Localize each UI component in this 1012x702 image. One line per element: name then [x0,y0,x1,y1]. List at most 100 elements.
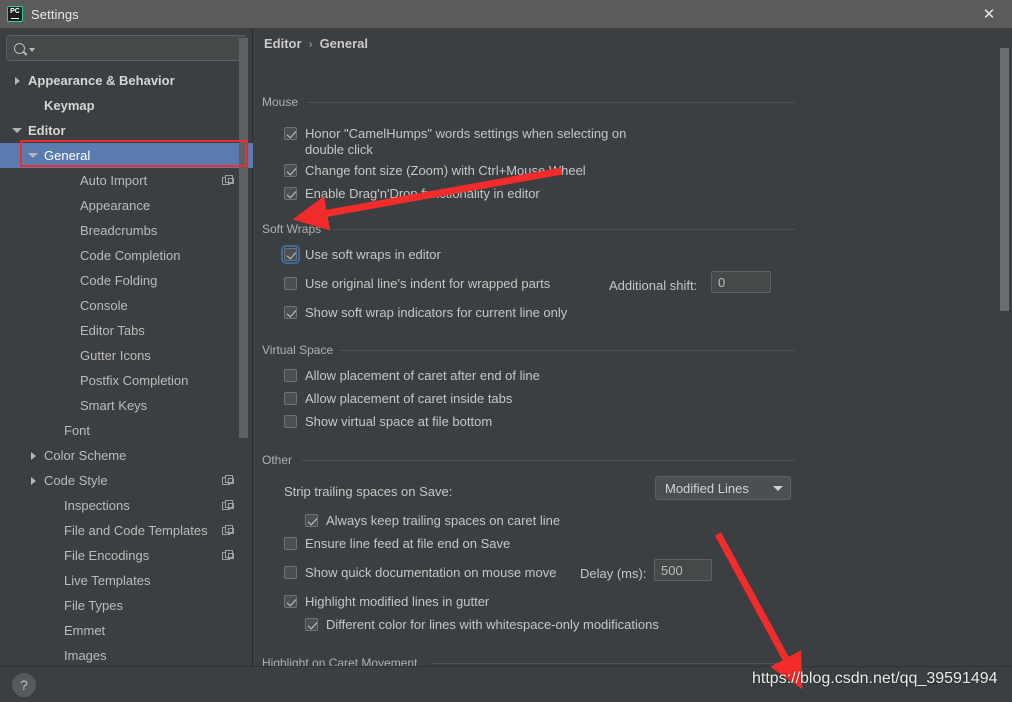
checkbox-change-font-size[interactable] [284,164,297,177]
chevron-right-icon[interactable] [26,451,40,460]
search-input[interactable] [41,40,221,56]
sidebar-item-code-folding[interactable]: Code Folding [0,268,253,293]
sidebar-item-color-scheme[interactable]: Color Scheme [0,443,253,468]
dialog-footer: ? OK Cancel [0,666,1012,702]
checkbox-label-change-font-size: Change font size (Zoom) with Ctrl+Mouse … [305,163,586,178]
sidebar-item-label: Appearance [80,198,151,213]
checkbox-row-highlight-modified-lines[interactable]: Highlight modified lines in gutter [284,594,489,610]
checkbox-label-different-color-whitespace: Different color for lines with whitespac… [326,617,659,632]
checkbox-label-virtual-space-bottom: Show virtual space at file bottom [305,414,493,429]
sidebar-item-label: General [44,148,91,163]
search-box[interactable] [6,35,246,61]
chevron-down-icon[interactable] [10,128,24,133]
sidebar-item-file-encodings[interactable]: File Encodings [0,543,253,568]
checkbox-virtual-space-bottom[interactable] [284,415,297,428]
sidebar-item-file-types[interactable]: File Types [0,593,253,618]
checkbox-enable-dragndrop[interactable] [284,187,297,200]
sidebar-item-label: Emmet [64,623,106,638]
settings-tree[interactable]: Appearance & Behavior Keymap Editor General… [0,68,253,666]
content-scrollbar-thumb[interactable] [1000,48,1009,311]
checkbox-highlight-modified-lines[interactable] [284,595,297,608]
sidebar-scrollbar[interactable] [239,28,248,626]
checkbox-caret-after-eol[interactable] [284,369,297,382]
sidebar-item-label: Editor Tabs [80,323,145,338]
checkbox-label-keep-trailing-spaces: Always keep trailing spaces on caret lin… [326,513,561,528]
chevron-down-icon[interactable] [29,48,35,52]
general-settings-panel: Mouse Honor "CamelHumps" words settings … [254,58,1012,666]
checkbox-row-caret-inside-tabs[interactable]: Allow placement of caret inside tabs [284,391,512,407]
breadcrumb-root[interactable]: Editor [264,36,302,51]
sidebar-item-label: File Types [64,598,124,613]
sidebar-item-code-style[interactable]: Code Style [0,468,253,493]
sidebar-item-console[interactable]: Console [0,293,253,318]
chevron-down-icon[interactable] [26,153,40,158]
checkbox-row-change-font-size[interactable]: Change font size (Zoom) with Ctrl+Mouse … [284,163,586,179]
sidebar-item-appearance-behavior[interactable]: Appearance & Behavior [0,68,253,93]
checkbox-row-enable-dragndrop[interactable]: Enable Drag'n'Drop functionality in edit… [284,186,540,202]
sidebar-item-editor[interactable]: Editor [0,118,253,143]
sidebar-item-live-templates[interactable]: Live Templates [0,568,253,593]
sidebar-item-auto-import[interactable]: Auto Import [0,168,253,193]
sidebar-item-label: Gutter Icons [80,348,151,363]
checkbox-caret-inside-tabs[interactable] [284,392,297,405]
checkbox-row-virtual-space-bottom[interactable]: Show virtual space at file bottom [284,414,492,430]
checkbox-row-original-indent[interactable]: Use original line's indent for wrapped p… [284,276,550,292]
breadcrumb-separator-icon: › [308,36,313,51]
sidebar-item-keymap[interactable]: Keymap [0,93,253,118]
checkbox-different-color-whitespace[interactable] [305,618,318,631]
sidebar-item-gutter-icons[interactable]: Gutter Icons [0,343,253,368]
checkbox-honor-camelhumps[interactable] [284,127,297,140]
copy-settings-icon[interactable] [222,550,234,561]
chevron-down-icon[interactable] [773,485,783,491]
checkbox-row-different-color-whitespace[interactable]: Different color for lines with whitespac… [305,617,659,633]
sidebar-item-label: Auto Import [80,173,148,188]
checkbox-row-soft-wrap-indicators[interactable]: Show soft wrap indicators for current li… [284,305,567,321]
settings-sidebar: Appearance & Behavior Keymap Editor General… [0,28,253,666]
sidebar-item-general[interactable]: General [0,143,253,168]
sidebar-item-label: File Encodings [64,548,150,563]
checkbox-soft-wrap-indicators[interactable] [284,306,297,319]
sidebar-item-label: Color Scheme [44,448,127,463]
window-title: Settings [31,6,79,22]
checkbox-original-indent[interactable] [284,277,297,290]
sidebar-item-inspections[interactable]: Inspections [0,493,253,518]
sidebar-item-file-and-code-templates[interactable]: File and Code Templates [0,518,253,543]
copy-settings-icon[interactable] [222,525,234,536]
search-icon [14,42,25,54]
sidebar-item-smart-keys[interactable]: Smart Keys [0,393,253,418]
copy-settings-icon[interactable] [222,175,234,186]
sidebar-item-editor-tabs[interactable]: Editor Tabs [0,318,253,343]
chevron-right-icon[interactable] [10,76,24,85]
checkbox-row-keep-trailing-spaces[interactable]: Always keep trailing spaces on caret lin… [305,513,560,529]
checkbox-row-ensure-line-feed[interactable]: Ensure line feed at file end on Save [284,536,510,552]
sidebar-item-images[interactable]: Images [0,643,253,666]
checkbox-ensure-line-feed[interactable] [284,537,297,550]
content-scrollbar[interactable] [1000,28,1009,636]
checkbox-keep-trailing-spaces[interactable] [305,514,318,527]
sidebar-item-code-completion[interactable]: Code Completion [0,243,253,268]
additional-shift-input[interactable]: 0 [711,271,771,293]
strip-trailing-spaces-select[interactable]: Modified Lines [655,476,791,500]
copy-settings-icon[interactable] [222,500,234,511]
checkbox-row-honor-camelhumps[interactable]: Honor "CamelHumps" words settings when s… [284,126,650,158]
delay-input[interactable]: 500 [654,559,712,581]
help-icon[interactable]: ? [12,673,36,697]
copy-settings-icon[interactable] [222,475,234,486]
sidebar-item-emmet[interactable]: Emmet [0,618,253,643]
sidebar-item-breadcrumbs[interactable]: Breadcrumbs [0,218,253,243]
group-divider-soft-wraps [332,229,795,230]
checkbox-row-quick-documentation[interactable]: Show quick documentation on mouse move [284,565,556,581]
sidebar-item-appearance[interactable]: Appearance [0,193,253,218]
checkbox-row-use-soft-wraps[interactable]: Use soft wraps in editor [281,245,441,264]
sidebar-scrollbar-thumb[interactable] [239,38,248,438]
sidebar-item-postfix-completion[interactable]: Postfix Completion [0,368,253,393]
checkbox-use-soft-wraps[interactable] [281,245,300,264]
checkbox-row-caret-after-eol[interactable]: Allow placement of caret after end of li… [284,368,540,384]
sidebar-item-label: Smart Keys [80,398,148,413]
checkbox-quick-documentation[interactable] [284,566,297,579]
chevron-right-icon[interactable] [26,476,40,485]
close-icon[interactable]: ✕ [966,0,1012,28]
sidebar-item-font[interactable]: Font [0,418,253,443]
group-divider-highlight-caret [432,663,795,664]
checkbox-label-original-indent: Use original line's indent for wrapped p… [305,276,551,291]
